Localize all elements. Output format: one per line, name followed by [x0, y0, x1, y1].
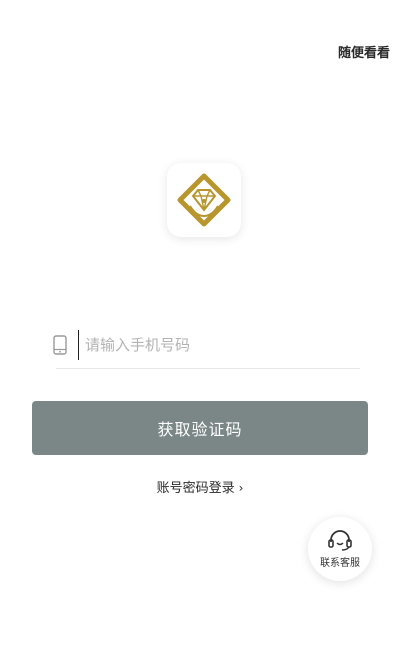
- customer-service-button[interactable]: 联系客服: [308, 517, 372, 581]
- password-login-label: 账号密码登录: [156, 481, 235, 496]
- app-logo: [167, 163, 241, 237]
- get-verification-code-button[interactable]: 获取验证码: [32, 401, 368, 455]
- chevron-right-icon: ›: [238, 481, 244, 495]
- skip-browse-link[interactable]: 随便看看: [338, 42, 390, 61]
- phone-number-input[interactable]: [78, 330, 360, 360]
- diamond-logo-icon: [177, 173, 231, 227]
- phone-input-row: [53, 322, 360, 369]
- customer-service-label: 联系客服: [320, 558, 360, 569]
- headset-icon: [328, 530, 352, 551]
- mobile-phone-icon: [52, 334, 68, 356]
- password-login-link[interactable]: 账号密码登录 ›: [0, 477, 400, 496]
